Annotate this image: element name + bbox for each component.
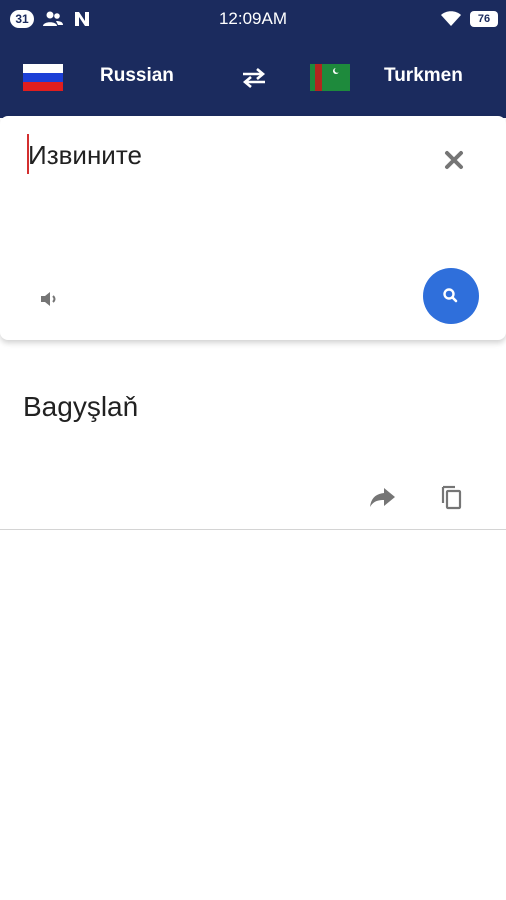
target-language-label[interactable]: Turkmen [384,65,463,87]
status-right: 76 [440,8,498,30]
turkmenistan-flag-icon[interactable] [310,64,350,91]
translator-app: 31 12:09AM 76 Russian Turkmen Извините B… [0,0,506,900]
search-icon[interactable] [423,268,479,324]
copy-icon[interactable] [435,480,469,514]
source-text-input[interactable]: Извините [28,140,142,171]
battery-icon: 76 [470,11,498,27]
language-bar: Russian Turkmen [0,38,506,118]
speaker-icon[interactable] [36,286,62,312]
wifi-icon [440,9,462,29]
source-language-label[interactable]: Russian [100,65,174,87]
swap-arrows-icon[interactable] [238,62,270,94]
share-icon[interactable] [366,480,400,514]
input-card: Извините [0,116,506,340]
close-icon[interactable] [440,146,468,174]
divider [0,529,506,530]
translation-result: Bagyşlaň [23,391,139,422]
status-bar: 31 12:09AM 76 [0,0,506,38]
russia-flag-icon[interactable] [23,64,63,91]
status-time: 12:09AM [218,9,288,28]
